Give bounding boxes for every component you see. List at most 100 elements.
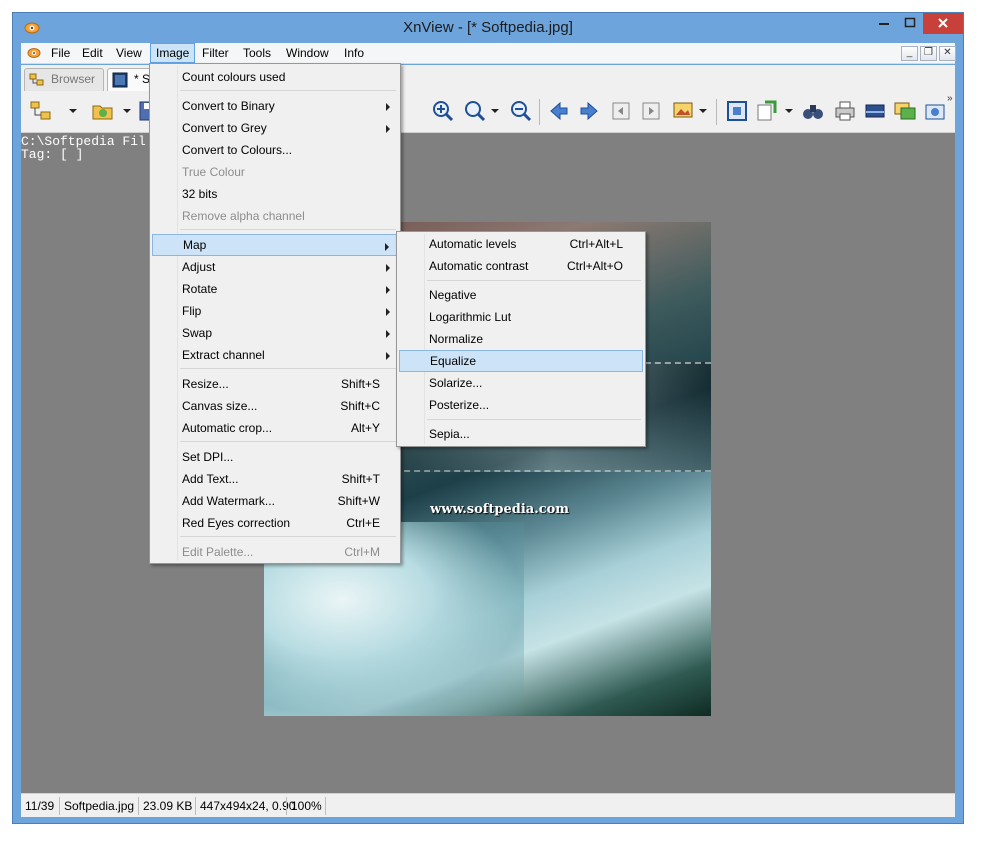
capture-icon[interactable] [923, 99, 947, 123]
toolbar-separator [539, 99, 540, 125]
copy-to-icon[interactable] [755, 99, 779, 123]
submenu-arrow-icon [386, 308, 390, 316]
minimize-button[interactable] [871, 13, 897, 34]
status-filesize: 23.09 KB [143, 799, 193, 813]
image-menu-item-red-eyes-correction[interactable]: Red Eyes correction Ctrl+E [152, 512, 398, 534]
image-menu-item-edit-palette: Edit Palette... Ctrl+M [152, 541, 398, 563]
image-menu-item-canvas-size[interactable]: Canvas size... Shift+C [152, 395, 398, 417]
close-button[interactable] [923, 13, 963, 34]
mdi-minimize-button[interactable]: _ [901, 46, 918, 61]
image-menu-item-convert-to-grey[interactable]: Convert to Grey [152, 117, 398, 139]
menu-item-label: Negative [429, 288, 477, 302]
menu-item-shortcut: Shift+W [337, 494, 380, 508]
next-image-icon[interactable] [577, 99, 601, 123]
copy-dropdown-arrow-icon[interactable] [785, 109, 793, 113]
print-icon[interactable] [833, 99, 857, 123]
image-menu-item-flip[interactable]: Flip [152, 300, 398, 322]
submenu-arrow-icon [386, 264, 390, 272]
menu-view[interactable]: View [111, 43, 147, 63]
image-menu-item-convert-to-colours[interactable]: Convert to Colours... [152, 139, 398, 161]
find-binoculars-icon[interactable] [801, 99, 825, 123]
submenu-arrow-icon [385, 243, 389, 251]
map-menu-item-sepia[interactable]: Sepia... [399, 423, 643, 445]
image-menu-item-convert-to-binary[interactable]: Convert to Binary [152, 95, 398, 117]
map-menu-item-posterize[interactable]: Posterize... [399, 394, 643, 416]
image-menu-item-resize[interactable]: Resize... Shift+S [152, 373, 398, 395]
minimize-icon [879, 23, 889, 25]
mdi-restore-button[interactable]: ❐ [920, 46, 937, 61]
open-folder-icon[interactable] [91, 99, 115, 123]
zoom-dropdown-arrow-icon[interactable] [491, 109, 499, 113]
menu-item-shortcut: Shift+S [340, 377, 380, 391]
image-menu-item-add-text[interactable]: Add Text... Shift+T [152, 468, 398, 490]
slideshow-icon[interactable] [671, 99, 695, 123]
menu-info[interactable]: Info [339, 43, 369, 63]
menu-item-shortcut: Ctrl+Alt+O [566, 259, 623, 273]
menu-item-label: Automatic contrast [429, 259, 529, 273]
window-title: XnView - [* Softpedia.jpg] [403, 19, 573, 36]
menu-window[interactable]: Window [281, 43, 334, 63]
image-menu-item-count-colours-used[interactable]: Count colours used [152, 66, 398, 88]
zoom-in-icon[interactable] [431, 99, 455, 123]
submenu-arrow-icon [386, 125, 390, 133]
map-menu-item-automatic-levels[interactable]: Automatic levels Ctrl+Alt+L [399, 233, 643, 255]
maximize-button[interactable] [897, 13, 923, 34]
menu-item-label: Add Text... [182, 472, 239, 486]
map-menu-item-equalize[interactable]: Equalize [399, 350, 643, 372]
menu-separator [180, 536, 396, 537]
file-info-overlay: C:\Softpedia Fil Tag: [ ] [21, 135, 146, 161]
tab-browser[interactable]: Browser [24, 68, 104, 91]
slideshow-dropdown-arrow-icon[interactable] [699, 109, 707, 113]
scan-icon[interactable] [863, 99, 887, 123]
image-menu-item-extract-channel[interactable]: Extract channel [152, 344, 398, 366]
mdi-close-button[interactable]: ✕ [939, 46, 956, 61]
map-menu-item-negative[interactable]: Negative [399, 284, 643, 306]
next-page-icon[interactable] [639, 99, 663, 123]
menu-item-label: Remove alpha channel [182, 209, 305, 223]
first-page-icon[interactable] [609, 99, 633, 123]
menu-image[interactable]: Image [150, 43, 196, 63]
menu-item-shortcut: Shift+T [341, 472, 380, 486]
previous-image-icon[interactable] [547, 99, 571, 123]
image-menu-item-32-bits[interactable]: 32 bits [152, 183, 398, 205]
xnview-menu-icon[interactable] [26, 45, 42, 61]
toolbar-overflow-icon[interactable]: » [947, 93, 953, 104]
menu-item-label: Set DPI... [182, 450, 234, 464]
image-menu-item-adjust[interactable]: Adjust [152, 256, 398, 278]
image-menu-item-rotate[interactable]: Rotate [152, 278, 398, 300]
convert-icon[interactable] [893, 99, 917, 123]
title-bar[interactable]: XnView - [* Softpedia.jpg] [13, 13, 963, 43]
fit-to-window-icon[interactable] [725, 99, 749, 123]
map-menu-item-solarize[interactable]: Solarize... [399, 372, 643, 394]
image-menu-item-add-watermark[interactable]: Add Watermark... Shift+W [152, 490, 398, 512]
image-menu-item-automatic-crop[interactable]: Automatic crop... Alt+Y [152, 417, 398, 439]
menu-item-label: Convert to Binary [182, 99, 275, 113]
menu-item-label: Normalize [429, 332, 484, 346]
menu-item-label: Canvas size... [182, 399, 258, 413]
map-menu-item-normalize[interactable]: Normalize [399, 328, 643, 350]
browser-dropdown-arrow-icon[interactable] [69, 109, 77, 113]
menu-separator [180, 90, 396, 91]
image-menu-item-swap[interactable]: Swap [152, 322, 398, 344]
menu-item-label: 32 bits [182, 187, 218, 201]
image-menu-item-map[interactable]: Map [152, 234, 398, 256]
maximize-icon [904, 17, 916, 28]
menu-separator [427, 419, 641, 420]
menu-item-label: Add Watermark... [182, 494, 275, 508]
close-icon [938, 18, 948, 28]
zoom-actual-icon[interactable] [463, 99, 487, 123]
menu-bar: File Edit View Image Filter Tools Window… [21, 43, 956, 64]
menu-separator [180, 441, 396, 442]
map-menu-item-logarithmic-lut[interactable]: Logarithmic Lut [399, 306, 643, 328]
open-dropdown-arrow-icon[interactable] [123, 109, 131, 113]
menu-tools[interactable]: Tools [238, 43, 276, 63]
image-menu-item-set-dpi[interactable]: Set DPI... [152, 446, 398, 468]
zoom-out-icon[interactable] [509, 99, 533, 123]
map-menu-item-automatic-contrast[interactable]: Automatic contrast Ctrl+Alt+O [399, 255, 643, 277]
browser-tree-icon[interactable] [29, 99, 53, 123]
menu-file[interactable]: File [46, 43, 75, 63]
status-separator [286, 797, 287, 815]
menu-edit[interactable]: Edit [77, 43, 108, 63]
menu-filter[interactable]: Filter [197, 43, 234, 63]
menu-item-label: Adjust [182, 260, 216, 274]
